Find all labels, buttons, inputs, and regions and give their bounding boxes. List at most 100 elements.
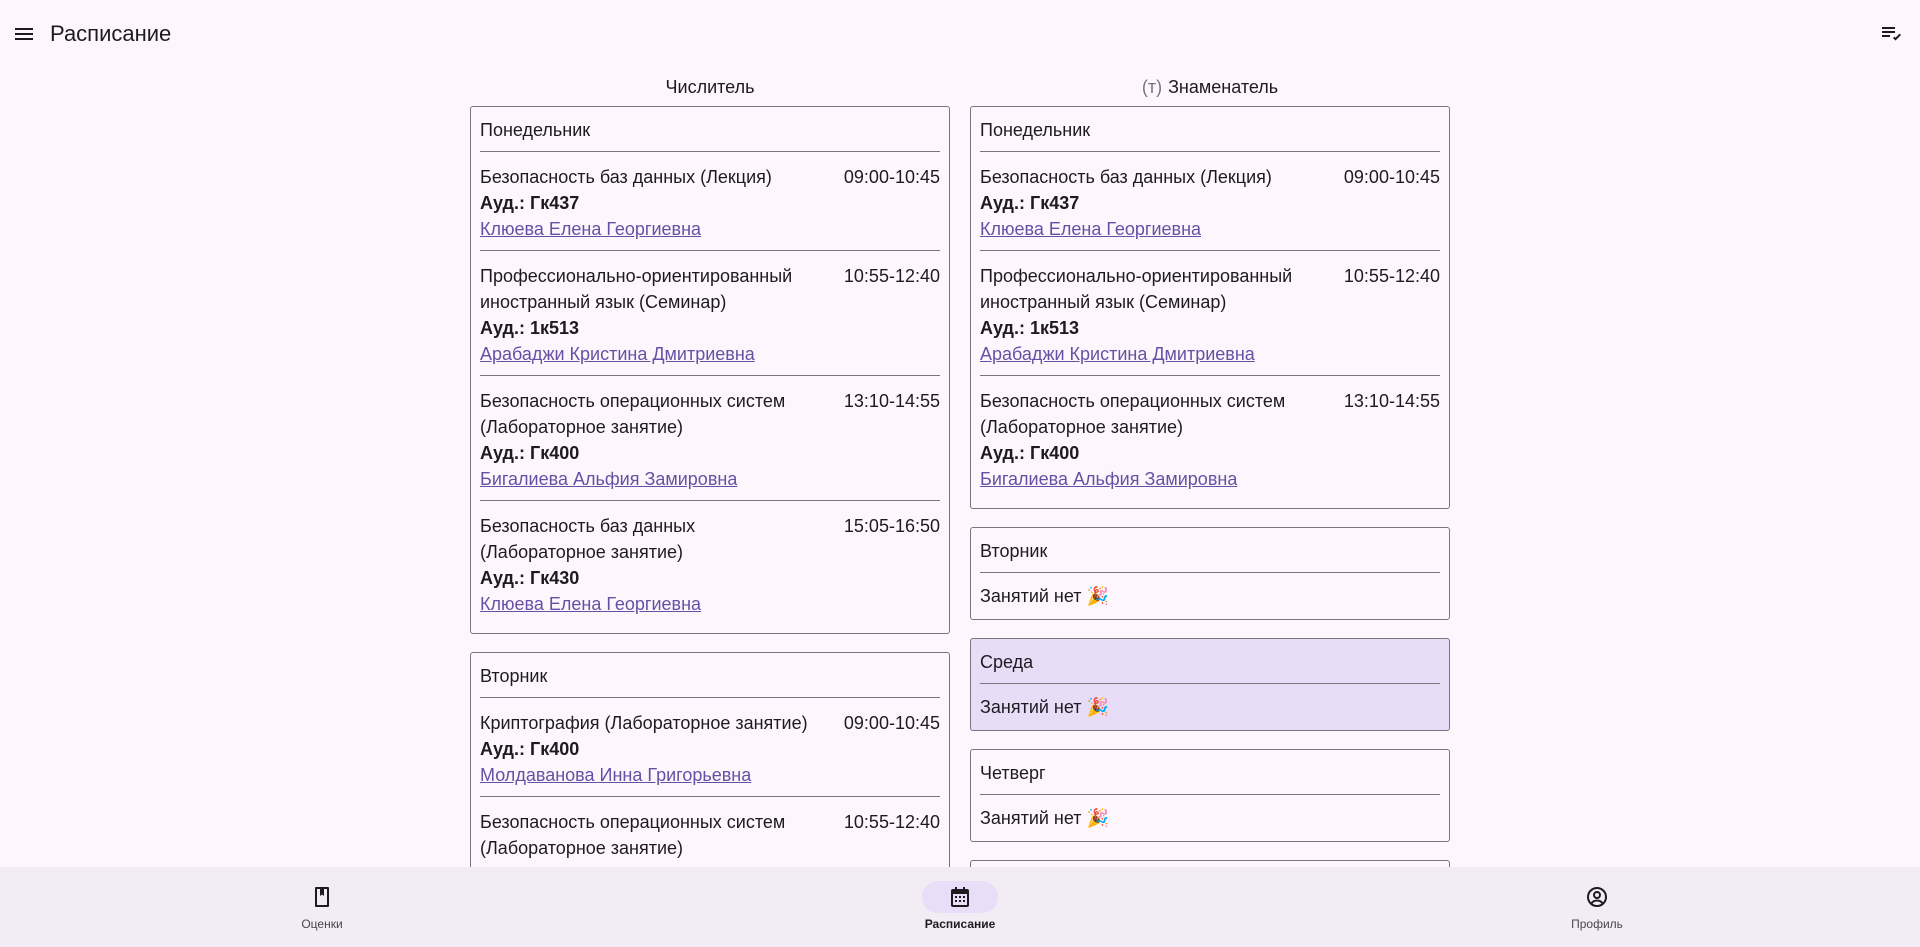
lesson-room: Ауд.: Гк437: [980, 193, 1080, 213]
lesson-room: Ауд.: Гк430: [480, 568, 580, 588]
lesson-room: Ауд.: Гк400: [480, 443, 580, 463]
lesson-time: 09:00-10:45: [843, 713, 940, 733]
lesson-header: Безопасность операционных систем (Лабора…: [980, 388, 1440, 440]
teacher-link[interactable]: Клюева Елена Георгиевна: [980, 216, 1201, 242]
denominator-label: Знаменатель: [1168, 76, 1279, 97]
menu-icon[interactable]: [12, 22, 36, 46]
lesson-header: Криптография (Лабораторное занятие) 09:00…: [480, 710, 940, 736]
bookmark-book-icon: [315, 887, 329, 907]
nav-grades-label: Оценки: [301, 917, 343, 931]
lesson-time: 15:05-16:50: [843, 516, 940, 536]
teacher-link[interactable]: Арабаджи Кристина Дмитриевна: [480, 341, 755, 367]
lesson-name: Профессионально-ориентированный иностран…: [480, 266, 793, 312]
lesson-time: 09:00-10:45: [843, 167, 940, 187]
nav-schedule-pill: [922, 881, 998, 913]
lesson-time: 09:00-10:45: [1343, 167, 1440, 187]
lesson-time: 13:10-14:55: [843, 391, 940, 411]
denominator-days: Понедельник Безопасность баз данных (Лекц…: [970, 106, 1450, 867]
lesson-room: Ауд.: Гк400: [480, 739, 580, 759]
playlist-check-icon[interactable]: [1879, 22, 1903, 46]
bottom-navigation: Оценки Расписание Профиль: [0, 867, 1920, 947]
day-title: Среда: [980, 639, 1440, 684]
lesson-teacher-row: Арабаджи Кристина Дмитриевна: [480, 341, 940, 367]
lesson-item: Безопасность баз данных (Лабораторное за…: [480, 501, 940, 625]
numerator-label: Числитель: [665, 76, 755, 97]
lesson-name: Безопасность баз данных (Лабораторное за…: [480, 516, 696, 562]
day-title: Вторник: [980, 528, 1440, 573]
nav-profile-label: Профиль: [1571, 917, 1623, 931]
schedule-content: Числитель Понедельник Безопасность баз да…: [0, 68, 1920, 867]
nav-profile-pill: [1559, 881, 1635, 913]
day-card: Понедельник Безопасность баз данных (Лекц…: [970, 106, 1450, 509]
denominator-header: (т) Знаменатель: [970, 68, 1450, 106]
lesson-teacher-row: Бигалиева Альфия Замировна: [480, 466, 940, 492]
lesson-item: Безопасность баз данных (Лекция) 09:00-10…: [480, 152, 940, 251]
lesson-teacher-row: Клюева Елена Георгиевна: [480, 216, 940, 242]
page-title: Расписание: [50, 21, 172, 46]
day-card: Понедельник Безопасность баз данных (Лекц…: [470, 106, 950, 634]
nav-schedule[interactable]: Расписание: [900, 867, 1020, 947]
lesson-item: Криптография (Лабораторное занятие) 09:00…: [480, 698, 940, 797]
lesson-name: Безопасность баз данных (Лекция): [480, 167, 772, 187]
day-title: Вторник: [480, 653, 940, 698]
lesson-header: Безопасность баз данных (Лекция) 09:00-10…: [480, 164, 940, 190]
lesson-item: Безопасность операционных систем (Лабора…: [980, 376, 1440, 500]
no-lessons-text: Занятий нет 🎉: [980, 808, 1109, 828]
lesson-header: Профессионально-ориентированный иностран…: [980, 263, 1440, 315]
calendar-icon: [951, 887, 969, 907]
nav-profile[interactable]: Профиль: [1537, 867, 1657, 947]
no-lessons-text: Занятий нет 🎉: [980, 697, 1109, 717]
lesson-room: Ауд.: 1к513: [480, 318, 580, 338]
teacher-link[interactable]: Арабаджи Кристина Дмитриевна: [980, 341, 1255, 367]
lesson-name: Безопасность операционных систем (Лабора…: [980, 391, 1286, 437]
day-card: Среда Занятий нет 🎉: [970, 638, 1450, 731]
nav-schedule-label: Расписание: [924, 917, 996, 931]
lesson-item: Безопасность баз данных (Лекция) 09:00-10…: [980, 152, 1440, 251]
lesson-room: Ауд.: Гк400: [980, 443, 1080, 463]
day-card: [970, 860, 1450, 867]
lesson-name: Безопасность операционных систем (Лабора…: [480, 391, 786, 437]
teacher-link[interactable]: Клюева Елена Георгиевна: [480, 216, 701, 242]
lesson-name: Безопасность баз данных (Лекция): [980, 167, 1272, 187]
lesson-room: Ауд.: Гк437: [480, 193, 580, 213]
numerator-column: Числитель Понедельник Безопасность баз да…: [470, 68, 950, 867]
denominator-column: (т) Знаменатель Понедельник Безопасность …: [970, 68, 1450, 867]
day-card: Вторник Занятий нет 🎉: [970, 527, 1450, 620]
lesson-name: Безопасность операционных систем (Лабора…: [480, 812, 786, 858]
lesson-name: Криптография (Лабораторное занятие): [480, 713, 808, 733]
teacher-link[interactable]: Молдаванова Инна Григорьевна: [480, 762, 751, 788]
lesson-header: Безопасность баз данных (Лекция) 09:00-10…: [980, 164, 1440, 190]
lesson-time: 10:55-12:40: [1343, 266, 1440, 286]
teacher-link[interactable]: Бигалиева Альфия Замировна: [480, 466, 737, 492]
day-title: Четверг: [980, 750, 1440, 795]
lesson-item: Безопасность операционных систем (Лабора…: [480, 797, 940, 867]
lesson-teacher-row: Молдаванова Инна Григорьевна: [480, 762, 940, 788]
lesson-name: Профессионально-ориентированный иностран…: [980, 266, 1293, 312]
teacher-link[interactable]: Бигалиева Альфия Замировна: [980, 466, 1237, 492]
lesson-item: Профессионально-ориентированный иностран…: [480, 251, 940, 376]
nav-grades[interactable]: Оценки: [262, 867, 382, 947]
nav-grades-pill: [284, 881, 360, 913]
day-title: Понедельник: [980, 107, 1440, 152]
lesson-time: 10:55-12:40: [843, 812, 940, 832]
day-title: Понедельник: [480, 107, 940, 152]
denominator-mark: (т): [1141, 76, 1163, 97]
lesson-teacher-row: Клюева Елена Георгиевна: [980, 216, 1440, 242]
lesson-teacher-row: Бигалиева Альфия Замировна: [980, 466, 1440, 492]
day-card: Четверг Занятий нет 🎉: [970, 749, 1450, 842]
teacher-link[interactable]: Клюева Елена Георгиевна: [480, 591, 701, 617]
lesson-room: Ауд.: 1к513: [980, 318, 1080, 338]
lesson-header: Профессионально-ориентированный иностран…: [480, 263, 940, 315]
account-circle-icon: [1587, 887, 1607, 907]
lesson-header: Безопасность операционных систем (Лабора…: [480, 388, 940, 440]
lesson-header: Безопасность операционных систем (Лабора…: [480, 809, 940, 861]
day-card: Вторник Криптография (Лабораторное заняти…: [470, 652, 950, 867]
lesson-item: Безопасность операционных систем (Лабора…: [480, 376, 940, 501]
lesson-time: 10:55-12:40: [843, 266, 940, 286]
numerator-header: Числитель: [470, 68, 950, 106]
lesson-header: Безопасность баз данных (Лабораторное за…: [480, 513, 940, 565]
lesson-teacher-row: Арабаджи Кристина Дмитриевна: [980, 341, 1440, 367]
top-app-bar: Расписание: [0, 0, 1920, 68]
lesson-teacher-row: Клюева Елена Георгиевна: [480, 591, 940, 617]
numerator-days: Понедельник Безопасность баз данных (Лекц…: [470, 106, 950, 867]
